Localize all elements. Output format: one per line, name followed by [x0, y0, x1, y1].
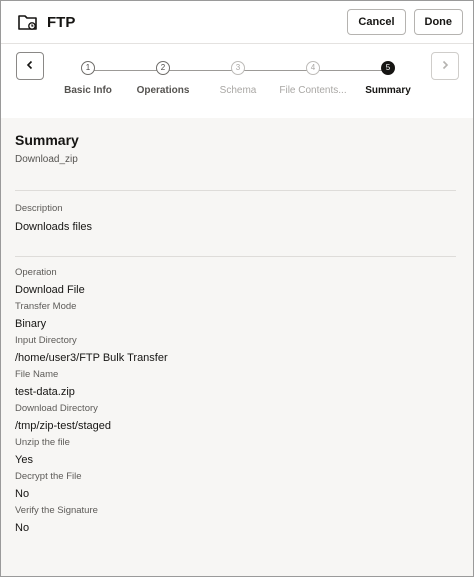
step-number: 2 [156, 61, 170, 75]
field-label: Verify the Signature [15, 505, 98, 516]
field-label: File Name [15, 369, 59, 380]
step-label: Summary [365, 85, 411, 96]
field-value: Binary [15, 318, 47, 330]
field-input-directory: Input Directory /home/user3/FTP Bulk Tra… [15, 335, 459, 364]
wizard-step-train: 1 Basic Info 2 Operations 3 Schema 4 Fil… [1, 44, 473, 119]
cancel-button[interactable]: Cancel [347, 9, 406, 35]
field-value: Download File [15, 284, 85, 296]
field-operation: Operation Download File [15, 267, 459, 296]
section-divider [15, 256, 456, 257]
next-step-button[interactable] [431, 52, 459, 80]
step-label: Schema [219, 85, 257, 96]
field-label: Operation [15, 267, 57, 278]
description-value: Downloads files [15, 221, 93, 233]
step-number: 1 [81, 61, 95, 75]
field-label: Unzip the file [15, 437, 70, 448]
summary-title: Summary [15, 132, 79, 148]
field-file-name: File Name test-data.zip [15, 369, 459, 398]
field-download-directory: Download Directory /tmp/zip-test/staged [15, 403, 459, 432]
step-number: 4 [306, 61, 320, 75]
wizard-header: FTP Cancel Done [1, 1, 473, 44]
endpoint-name: Download_zip [15, 154, 78, 165]
description-label: Description [15, 203, 63, 214]
summary-panel: Summary Download_zip Description Downloa… [1, 118, 473, 576]
field-verify-signature: Verify the Signature No [15, 505, 459, 534]
field-label: Decrypt the File [15, 471, 82, 482]
step-label: Operations [136, 85, 190, 96]
field-label: Download Directory [15, 403, 98, 414]
field-value: test-data.zip [15, 386, 75, 398]
chevron-right-icon [440, 57, 450, 75]
step-summary[interactable]: 5 Summary [338, 61, 438, 96]
chevron-left-icon [25, 57, 35, 75]
field-unzip: Unzip the file Yes [15, 437, 459, 466]
wizard-title: FTP [47, 13, 76, 31]
field-value: /home/user3/FTP Bulk Transfer [15, 352, 168, 364]
ftp-adapter-wizard: FTP Cancel Done 1 Basic Info 2 Operation… [0, 0, 474, 577]
field-transfer-mode: Transfer Mode Binary [15, 301, 459, 330]
field-value: No [15, 488, 30, 500]
step-number: 3 [231, 61, 245, 75]
step-label: File Contents... [279, 85, 347, 96]
field-label: Input Directory [15, 335, 77, 346]
field-label: Transfer Mode [15, 301, 77, 312]
field-value: Yes [15, 454, 33, 466]
ftp-folder-icon [17, 11, 39, 33]
section-divider [15, 190, 456, 191]
operation-details: Operation Download File Transfer Mode Bi… [15, 267, 459, 534]
done-button[interactable]: Done [413, 9, 463, 35]
field-decrypt: Decrypt the File No [15, 471, 459, 500]
field-value: /tmp/zip-test/staged [15, 420, 111, 432]
field-value: No [15, 522, 30, 534]
step-label: Basic Info [64, 85, 112, 96]
step-number: 5 [381, 61, 395, 75]
